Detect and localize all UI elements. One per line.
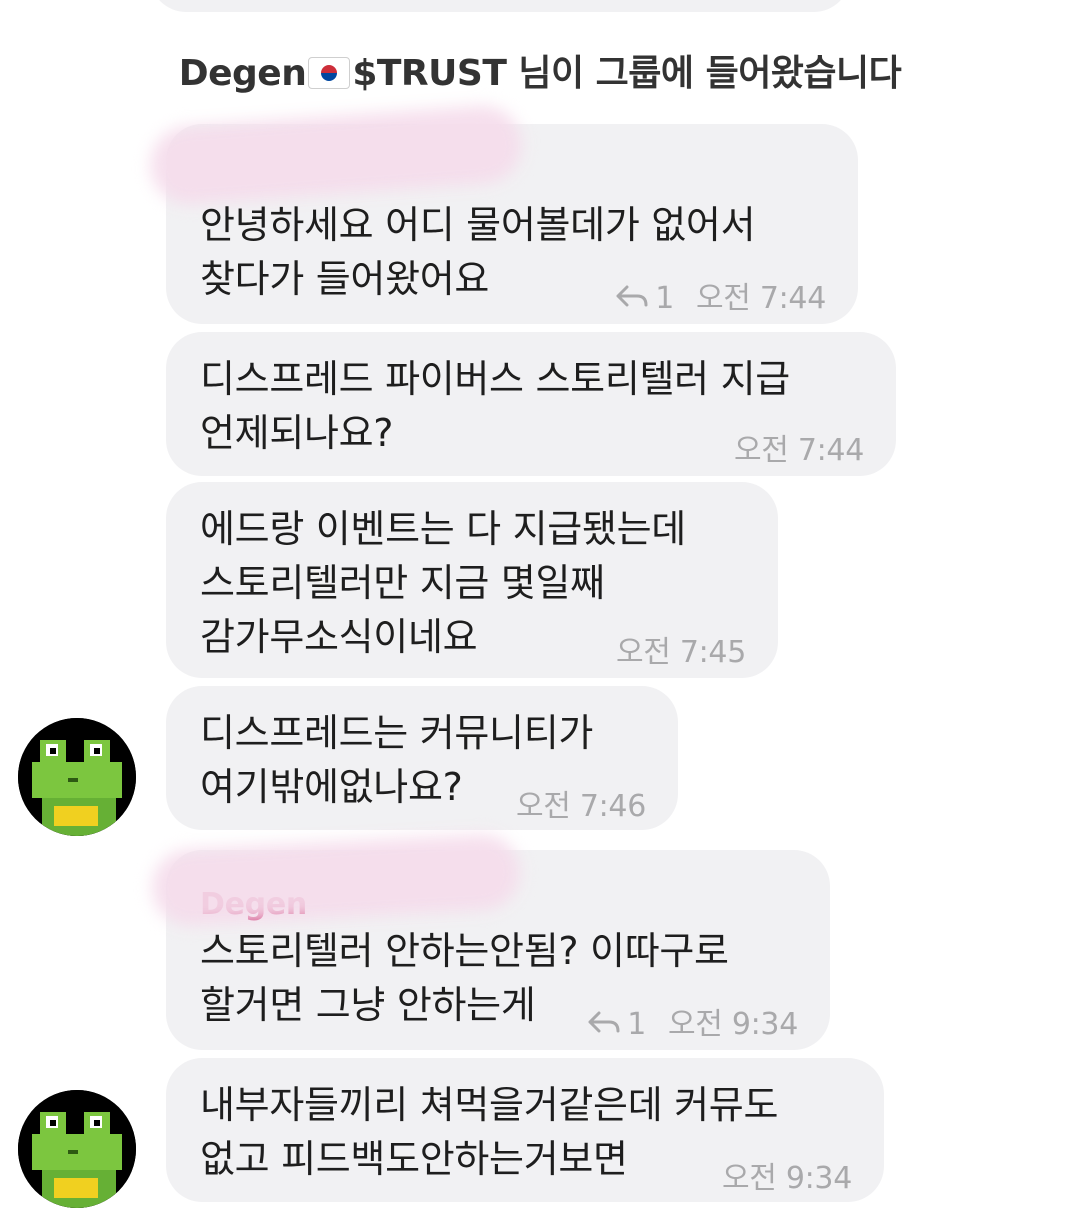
reply-icon[interactable]: [615, 275, 649, 329]
message-text: 내부자들끼리 쳐먹을거같은데 커뮤도 없고 피드백도안하는거보면: [200, 1083, 779, 1181]
message-bubble[interactable]: 디스프레드는 커뮤니티가 여기밖에없나요? 오전 7:46: [166, 686, 678, 830]
message-meta: 오전 7:45: [616, 626, 746, 680]
message-bubble[interactable]: 안녕하세요 어디 물어볼데가 없어서 찾다가 들어왔어요 1 오전 7:44: [147, 103, 858, 324]
system-join-text: $TRUST 님이 그룹에 들어왔습니다: [352, 53, 902, 94]
message-time: 오전 7:45: [615, 635, 746, 670]
partial-message-bubble-top[interactable]: [150, 0, 850, 12]
redacted-sender-smear: [150, 832, 522, 928]
message-meta: 오전 7:44: [734, 424, 864, 478]
korea-flag-icon: [308, 57, 351, 89]
frog-avatar[interactable]: [18, 1090, 136, 1208]
message-bubble[interactable]: Degen 스토리텔러 안하는안됨? 이따구로 할거면 그냥 안하는게 1오전 …: [150, 832, 830, 1050]
message-text: 디스프레드 파이버스 스토리텔러 지급 언제되나요?: [200, 357, 790, 455]
message-time: 오전 9:34: [667, 1007, 798, 1042]
reply-count[interactable]: 1: [655, 281, 674, 316]
reply-count[interactable]: 1: [627, 1007, 646, 1042]
message-time: 오전 7:44: [733, 433, 864, 468]
redacted-sender-smear: [147, 103, 525, 207]
message-text: 에드랑 이벤트는 다 지급됐는데 스토리텔러만 지금 몇일째 감가무소식이네요: [200, 507, 686, 659]
message-bubble[interactable]: 에드랑 이벤트는 다 지급됐는데 스토리텔러만 지금 몇일째 감가무소식이네요 …: [166, 482, 778, 678]
message-bubble[interactable]: 디스프레드 파이버스 스토리텔러 지급 언제되나요? 오전 7:44: [166, 332, 896, 476]
chat-view: Degen $TRUST 님이 그룹에 들어왔습니다 안녕하세요 어디 물어볼데가…: [0, 0, 1080, 1208]
reply-icon[interactable]: [587, 1001, 621, 1055]
message-time: 오전 7:44: [695, 281, 826, 316]
message-meta: 오전 9:34: [722, 1152, 852, 1206]
frog-avatar[interactable]: [18, 718, 136, 836]
message-meta: 1 오전 7:44: [615, 272, 826, 329]
message-meta: 1 오전 9:34: [587, 998, 798, 1055]
message-bubble[interactable]: 내부자들끼리 쳐먹을거같은데 커뮤도 없고 피드백도안하는거보면 오전 9:34: [166, 1058, 884, 1202]
system-join-name: Degen: [178, 53, 307, 94]
message-time: 오전 9:34: [721, 1161, 852, 1196]
message-meta: 오전 7:46: [516, 780, 646, 834]
message-time: 오전 7:46: [515, 789, 646, 824]
system-join-message: Degen $TRUST 님이 그룹에 들어왔습니다: [0, 44, 1080, 96]
